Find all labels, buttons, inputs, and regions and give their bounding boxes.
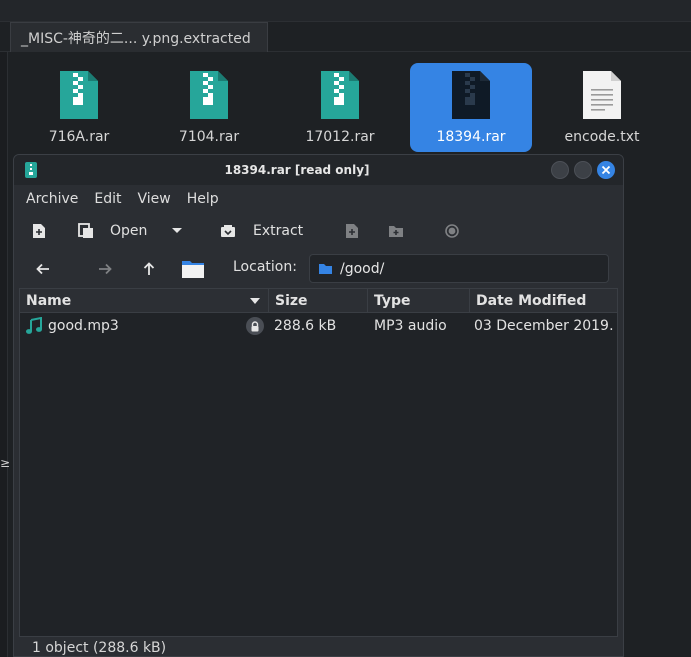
file-icon-716a[interactable]: 716A.rar — [18, 63, 140, 152]
maximize-button[interactable] — [574, 161, 592, 179]
arrow-up-icon — [143, 262, 155, 275]
close-icon — [601, 165, 611, 175]
chevron-down-icon — [172, 228, 182, 233]
add-file-icon — [346, 224, 358, 238]
lock-icon — [246, 317, 264, 335]
text-file-icon — [583, 71, 621, 119]
music-note-icon — [26, 317, 42, 334]
menu-bar: Archive Edit View Help — [14, 185, 623, 213]
column-type-label: Type — [374, 293, 411, 309]
add-folder-button[interactable] — [388, 215, 404, 247]
close-button[interactable] — [597, 161, 615, 179]
add-folder-icon — [389, 226, 403, 237]
open-dropdown-button[interactable] — [171, 215, 183, 247]
file-list: Name Size Type Date Modified good.mp3 28… — [19, 288, 618, 637]
column-name[interactable]: Name — [20, 289, 269, 313]
status-bar: 1 object (288.6 kB) — [32, 640, 167, 656]
file-name: 7104.rar — [178, 129, 240, 145]
file-icon-17012[interactable]: 17012.rar — [279, 63, 401, 152]
column-size-label: Size — [275, 293, 308, 309]
extract-button[interactable]: Extract — [220, 215, 303, 247]
file-manager-tabbar: _MISC-神奇的二... y.png.extracted — [0, 22, 691, 52]
archive-icon — [452, 71, 490, 119]
file-icon-7104[interactable]: 7104.rar — [148, 63, 270, 152]
new-archive-button[interactable] — [32, 215, 46, 247]
archive-icon — [321, 71, 359, 119]
file-name: 18394.rar — [436, 129, 506, 145]
menu-view[interactable]: View — [138, 191, 171, 207]
column-date-modified[interactable]: Date Modified — [470, 289, 617, 313]
folder-tab[interactable]: _MISC-神奇的二... y.png.extracted — [10, 22, 268, 52]
menu-archive[interactable]: Archive — [26, 191, 78, 207]
open-document-icon — [78, 223, 93, 238]
title-bar[interactable]: 18394.rar [read only] — [14, 155, 623, 185]
forward-button[interactable] — [98, 253, 112, 285]
arrow-left-icon — [36, 263, 49, 275]
row-type: MP3 audio — [374, 318, 447, 334]
file-area-edge — [624, 152, 691, 657]
add-files-button[interactable] — [345, 215, 359, 247]
new-document-icon — [33, 224, 45, 238]
column-size[interactable]: Size — [269, 289, 368, 313]
stop-button[interactable] — [445, 215, 459, 247]
column-name-label: Name — [26, 293, 72, 309]
file-manager-header — [0, 0, 691, 22]
file-name: 17012.rar — [305, 129, 375, 145]
open-button[interactable]: Open — [78, 215, 147, 247]
sort-descending-icon — [250, 298, 260, 304]
location-path: /good/ — [340, 260, 385, 277]
menu-edit[interactable]: Edit — [94, 191, 121, 207]
arrow-right-icon — [99, 263, 112, 275]
folder-icon — [182, 261, 204, 278]
row-date: 03 December 2019… — [474, 318, 615, 334]
home-folder-button[interactable] — [181, 253, 205, 285]
window-title: 18394.rar [read only] — [224, 163, 370, 177]
column-type[interactable]: Type — [368, 289, 470, 313]
table-row[interactable]: good.mp3 288.6 kB MP3 audio 03 December … — [20, 314, 617, 338]
column-headers: Name Size Type Date Modified — [20, 289, 617, 313]
edge-glyph: ≥ — [0, 456, 11, 470]
menu-help[interactable]: Help — [187, 191, 219, 207]
desktop: _MISC-神奇的二... y.png.extracted ≥ 716A.rar… — [0, 0, 691, 657]
column-date-label: Date Modified — [476, 293, 587, 309]
row-size: 288.6 kB — [274, 318, 337, 334]
minimize-button[interactable] — [551, 161, 569, 179]
row-name: good.mp3 — [48, 318, 119, 334]
location-label: Location: — [233, 259, 297, 275]
toolbar: Open Extract — [14, 215, 623, 247]
sidebar-edge — [0, 52, 8, 657]
archive-icon — [190, 71, 228, 119]
folder-icon — [319, 263, 332, 274]
up-button[interactable] — [143, 253, 155, 285]
open-label: Open — [110, 223, 148, 239]
extract-icon — [221, 225, 235, 237]
file-name: 716A.rar — [48, 129, 110, 145]
location-field[interactable]: /good/ — [309, 254, 609, 283]
back-button[interactable] — [36, 253, 50, 285]
location-bar: Location: /good/ — [14, 253, 623, 285]
stop-icon — [445, 224, 459, 238]
file-icon-18394[interactable]: 18394.rar — [410, 63, 532, 152]
extract-label: Extract — [253, 223, 304, 239]
archive-icon — [60, 71, 98, 119]
file-icon-encode-txt[interactable]: encode.txt — [541, 63, 663, 152]
archive-manager-window: 18394.rar [read only] Archive Edit View … — [13, 154, 624, 657]
file-name: encode.txt — [564, 129, 640, 145]
